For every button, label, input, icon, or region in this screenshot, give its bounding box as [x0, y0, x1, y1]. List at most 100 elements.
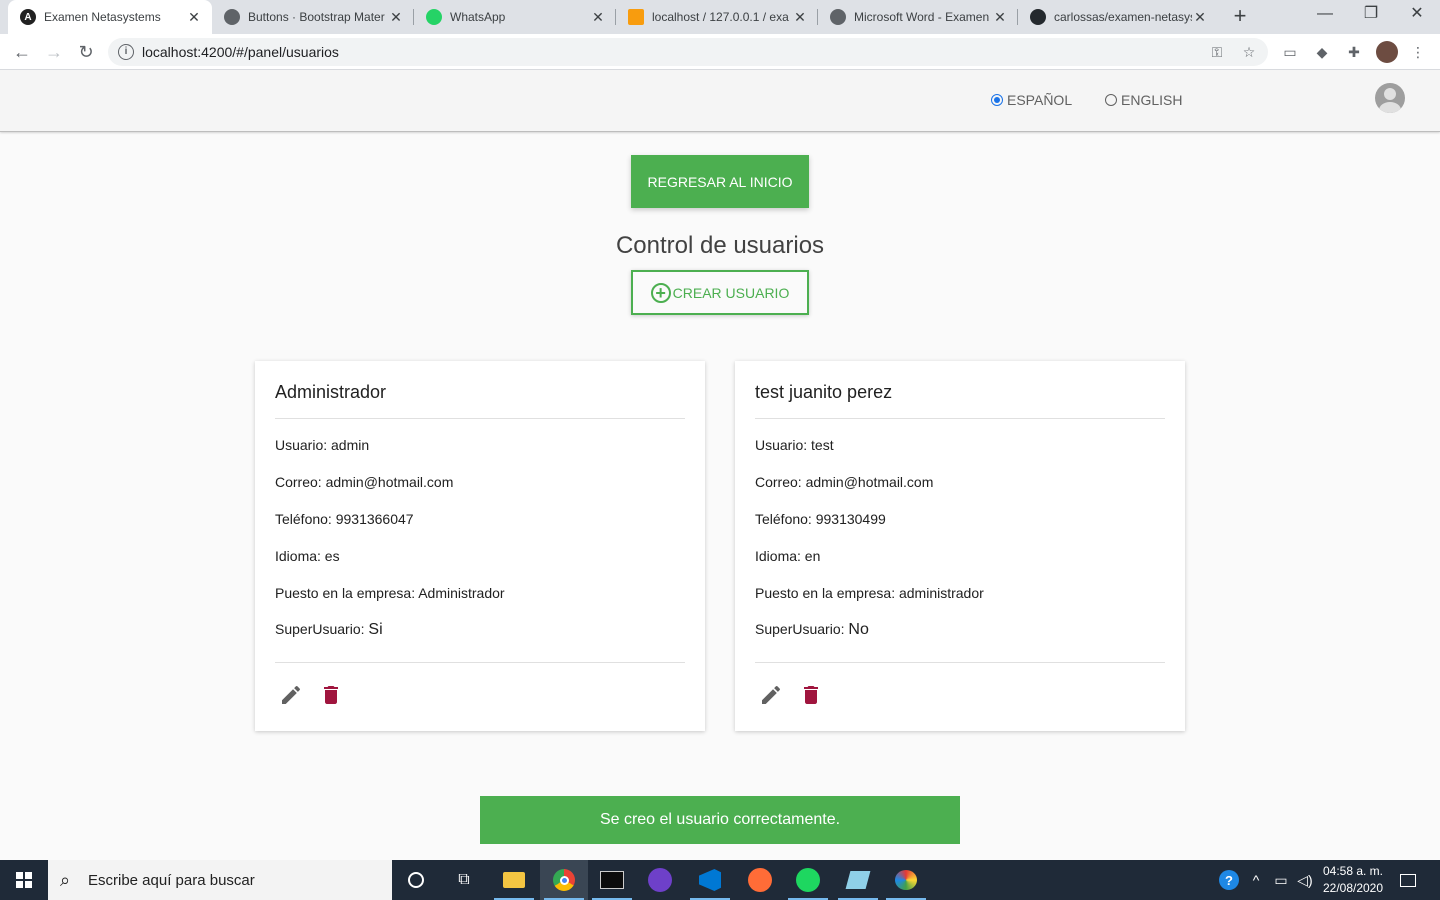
tab-whatsapp[interactable]: WhatsApp ✕	[414, 0, 616, 34]
user-avatar[interactable]	[1375, 83, 1405, 113]
browser-toolbar: ← → ↻ i localhost:4200/#/panel/usuarios …	[0, 34, 1440, 70]
tab-title: Buttons · Bootstrap Mater	[248, 10, 385, 24]
user-card-title: test juanito perez	[755, 382, 893, 402]
windows-start-icon[interactable]	[0, 860, 48, 900]
close-tab-icon[interactable]: ✕	[792, 9, 808, 26]
tab-github[interactable]: carlossas/examen-netasys ✕	[1018, 0, 1218, 34]
search-placeholder: Escribe aquí para buscar	[88, 872, 255, 889]
terminal-icon[interactable]	[588, 860, 636, 900]
reload-icon[interactable]: ↻	[74, 40, 98, 64]
angular-icon: A	[20, 9, 36, 25]
tab-title: Examen Netasystems	[44, 10, 161, 24]
language-option-english[interactable]: ENGLISH	[1105, 92, 1182, 108]
spotify-icon[interactable]	[784, 860, 832, 900]
language-label: ENGLISH	[1121, 92, 1183, 108]
user-email: Correo: admin@hotmail.com	[275, 474, 454, 490]
delete-trash-icon[interactable]	[799, 683, 823, 707]
postman-icon[interactable]	[736, 860, 784, 900]
user-language: Idioma: es	[275, 548, 340, 564]
app-header: ESPAÑOL ENGLISH	[0, 70, 1440, 132]
notifications-icon[interactable]	[1394, 860, 1422, 900]
forward-arrow-icon[interactable]: →	[42, 40, 66, 64]
user-card-title: Administrador	[275, 382, 387, 402]
network-icon[interactable]: ▭	[1270, 860, 1292, 900]
github-desktop-icon[interactable]	[636, 860, 684, 900]
user-position: Puesto en la empresa: administrador	[755, 585, 984, 601]
tab-examen-netasystems[interactable]: A Examen Netasystems ✕	[8, 0, 212, 34]
minimize-icon[interactable]: —	[1302, 0, 1348, 30]
avatar-head	[1384, 88, 1396, 100]
whatsapp-icon	[426, 9, 442, 25]
success-snackbar: Se creo el usuario correctamente.	[480, 796, 960, 844]
site-info-icon[interactable]: i	[118, 44, 134, 60]
divider	[275, 662, 685, 663]
user-phone: Teléfono: 9931366047	[275, 511, 414, 527]
chrome-icon[interactable]	[540, 860, 588, 900]
user-position: Puesto en la empresa: Administrador	[275, 585, 505, 601]
tab-phpmyadmin[interactable]: localhost / 127.0.0.1 / exa ✕	[616, 0, 818, 34]
add-circle-icon: +	[650, 282, 671, 303]
edit-pencil-icon[interactable]	[279, 683, 303, 707]
divider	[755, 662, 1165, 663]
language-option-espanol[interactable]: ESPAÑOL	[991, 92, 1072, 108]
more-menu-icon[interactable]: ⋮	[1408, 42, 1428, 62]
notepad-icon[interactable]	[834, 860, 882, 900]
url-text[interactable]: localhost:4200/#/panel/usuarios	[142, 44, 339, 60]
close-window-icon[interactable]: ✕	[1394, 0, 1440, 30]
user-language: Idioma: en	[755, 548, 821, 564]
user-superuser: SuperUsuario: No	[755, 621, 869, 639]
profile-avatar[interactable]	[1376, 41, 1398, 63]
superuser-label: SuperUsuario:	[755, 621, 849, 637]
close-tab-icon[interactable]: ✕	[992, 9, 1008, 26]
chevron-up-icon[interactable]: ^	[1246, 860, 1266, 900]
radio-checked-icon[interactable]	[991, 94, 1003, 106]
taskbar-search-box[interactable]: ⌕ Escribe aquí para buscar	[48, 860, 392, 900]
close-tab-icon[interactable]: ✕	[388, 9, 404, 26]
delete-trash-icon[interactable]	[319, 683, 343, 707]
clock-date: 22/08/2020	[1322, 881, 1384, 895]
close-tab-icon[interactable]: ✕	[590, 9, 606, 26]
browser-tabstrip: A Examen Netasystems ✕ Buttons · Bootstr…	[0, 0, 1440, 34]
superuser-label: SuperUsuario:	[275, 621, 369, 637]
divider	[275, 418, 685, 419]
tab-title: carlossas/examen-netasys	[1054, 10, 1192, 24]
file-explorer-icon[interactable]	[490, 860, 538, 900]
tab-bootstrap-buttons[interactable]: Buttons · Bootstrap Mater ✕	[212, 0, 414, 34]
user-phone: Teléfono: 993130499	[755, 511, 886, 527]
key-icon[interactable]: ⚿	[1208, 43, 1226, 61]
taskbar-clock[interactable]: 04:58 a. m. 22/08/2020	[1318, 863, 1388, 897]
cortana-icon[interactable]	[392, 860, 440, 900]
extension-box-icon[interactable]: ◆	[1312, 42, 1332, 62]
back-to-home-button[interactable]: REGRESAR AL INICIO	[631, 155, 809, 208]
task-view-icon[interactable]: ⧉	[440, 860, 488, 900]
user-card: test juanito perez Usuario: test Correo:…	[735, 361, 1185, 731]
divider	[755, 418, 1165, 419]
superuser-value: Si	[368, 621, 383, 638]
new-tab-button[interactable]: +	[1228, 5, 1252, 29]
github-icon	[1030, 9, 1046, 25]
cast-icon[interactable]: ▭	[1280, 42, 1300, 62]
create-user-label: CREAR USUARIO	[672, 284, 790, 301]
tab-title: WhatsApp	[450, 10, 506, 24]
edit-pencil-icon[interactable]	[759, 683, 783, 707]
back-arrow-icon[interactable]: ←	[10, 40, 34, 64]
close-tab-icon[interactable]: ✕	[1192, 9, 1208, 26]
maximize-icon[interactable]: ❐	[1348, 0, 1394, 30]
user-superuser: SuperUsuario: Si	[275, 621, 383, 639]
tab-microsoft-word[interactable]: Microsoft Word - Examen ✕	[818, 0, 1018, 34]
radio-unchecked-icon[interactable]	[1105, 94, 1117, 106]
windows-taskbar: ⌕ Escribe aquí para buscar ⧉ ? ^ ▭ ◁) 04…	[0, 860, 1440, 900]
star-icon[interactable]: ☆	[1240, 43, 1258, 61]
paint-icon[interactable]	[882, 860, 930, 900]
vscode-icon[interactable]	[686, 860, 734, 900]
search-icon: ⌕	[60, 870, 71, 890]
create-user-button[interactable]: + CREAR USUARIO	[631, 270, 809, 315]
address-bar[interactable]: i localhost:4200/#/panel/usuarios ⚿ ☆	[108, 38, 1268, 66]
volume-icon[interactable]: ◁)	[1294, 860, 1316, 900]
language-label: ESPAÑOL	[1007, 92, 1073, 108]
tab-title: localhost / 127.0.0.1 / exa	[652, 10, 789, 24]
puzzle-icon[interactable]: ✚	[1344, 42, 1364, 62]
close-tab-icon[interactable]: ✕	[186, 9, 202, 26]
avatar-body	[1379, 102, 1401, 113]
help-icon[interactable]: ?	[1216, 860, 1242, 900]
